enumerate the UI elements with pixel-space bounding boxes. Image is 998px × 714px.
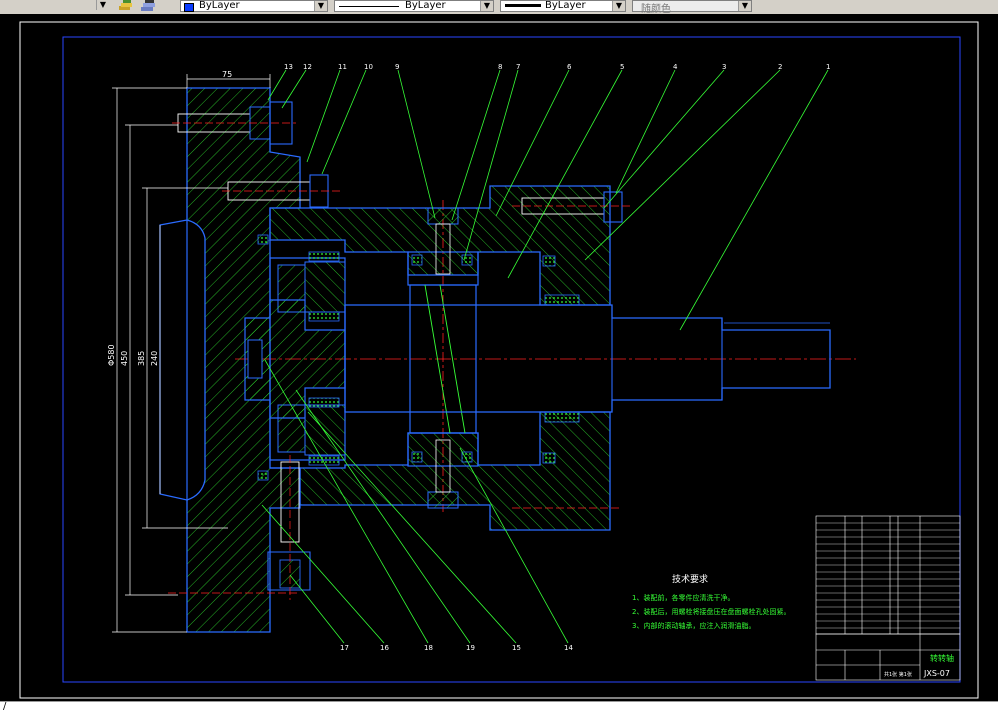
cad-drawing[interactable]: 75 Φ580 450 385 240 13 12 11 10 9 8 7 6 …	[0, 14, 998, 701]
parts-rows	[816, 522, 960, 629]
notes-item: 2、装配后，用螺栓将接盘压在盘面螺栓孔处固紧。	[632, 607, 790, 616]
leader-label: 6	[567, 63, 572, 71]
leader-label: 18	[424, 644, 433, 652]
leader-label: 8	[498, 63, 502, 71]
leader-label: 9	[395, 63, 399, 71]
chevron-down-icon[interactable]: ▼	[612, 1, 625, 11]
dim-d1: Φ580	[107, 344, 116, 366]
outer-frame	[19, 21, 979, 699]
leader-label: 7	[516, 63, 520, 71]
bottom-bolt-head	[427, 491, 459, 509]
layer-combo-value: ByLayer	[199, 0, 240, 11]
base-pocket	[159, 219, 188, 501]
leader-label: 1	[826, 63, 830, 71]
chevron-down-icon[interactable]: ▼	[738, 1, 751, 11]
layer-combo[interactable]: ByLayer ▼	[180, 0, 328, 12]
linetype-sample-icon	[339, 6, 399, 7]
title-sheet: 共1张 第1张	[884, 671, 912, 678]
dim-top-width: 75	[222, 70, 232, 79]
title-part-name: 转转轴	[930, 653, 954, 663]
coupling-key	[247, 339, 263, 379]
linetype-combo-value: ByLayer	[405, 0, 446, 11]
chevron-down-icon[interactable]: ▼	[96, 0, 109, 10]
color-swatch-icon	[184, 3, 194, 12]
lineweight-combo[interactable]: ByLayer ▼	[500, 0, 626, 12]
plotstyle-combo[interactable]: 随颜色 ▼	[632, 0, 752, 15]
title-drawing-no: JXS-07	[923, 669, 950, 678]
toolbar-left-dropdown[interactable]: ▼	[96, 0, 112, 12]
notes-item: 3、内部的滚动轴承，应注入润滑油脂。	[632, 621, 755, 630]
leader-label: 4	[673, 63, 678, 71]
leader-label: 17	[340, 644, 349, 652]
leader-label: 5	[620, 63, 624, 71]
leader-labels-bottom: 17 16 18 19 15 14	[340, 644, 573, 652]
linetype-combo[interactable]: ByLayer ▼	[334, 0, 494, 12]
layer-states-icon[interactable]	[118, 0, 134, 13]
command-prompt: /	[3, 701, 7, 712]
leader-label: 15	[512, 644, 521, 652]
leader-label: 12	[303, 63, 312, 71]
leader-label: 19	[466, 644, 475, 652]
command-line[interactable]: /	[0, 701, 998, 714]
dim-d4: 240	[150, 351, 159, 366]
leader-label: 16	[380, 644, 389, 652]
output-shaft	[344, 304, 831, 413]
leader-label: 13	[284, 63, 293, 71]
lineweight-combo-value: ByLayer	[545, 0, 586, 11]
chevron-down-icon[interactable]: ▼	[314, 1, 327, 11]
notes-item: 1、装配前，各零件应清洗干净。	[632, 593, 734, 602]
parts-list	[815, 515, 961, 635]
leader-label: 3	[722, 63, 726, 71]
plotstyle-combo-value: 随颜色	[641, 4, 671, 15]
notes-title: 技术要求	[672, 573, 708, 585]
properties-toolbar: ▼ ByLayer ▼ ByLayer ▼ ByLayer ▼ 随颜色 ▼	[0, 0, 998, 15]
leader-label: 2	[778, 63, 782, 71]
leader-labels-top: 13 12 11 10 9 8 7 6 5 4 3 2 1	[284, 63, 830, 71]
dim-d2: 450	[120, 351, 129, 366]
leader-label: 11	[338, 63, 347, 71]
leader-label: 10	[364, 63, 373, 71]
leader-label: 14	[564, 644, 573, 652]
dim-d3: 385	[137, 351, 146, 366]
lineweight-sample-icon	[505, 4, 541, 7]
chevron-down-icon[interactable]: ▼	[480, 1, 493, 11]
drawing-canvas[interactable]: 75 Φ580 450 385 240 13 12 11 10 9 8 7 6 …	[0, 14, 998, 701]
layer-previous-icon[interactable]	[140, 0, 156, 13]
